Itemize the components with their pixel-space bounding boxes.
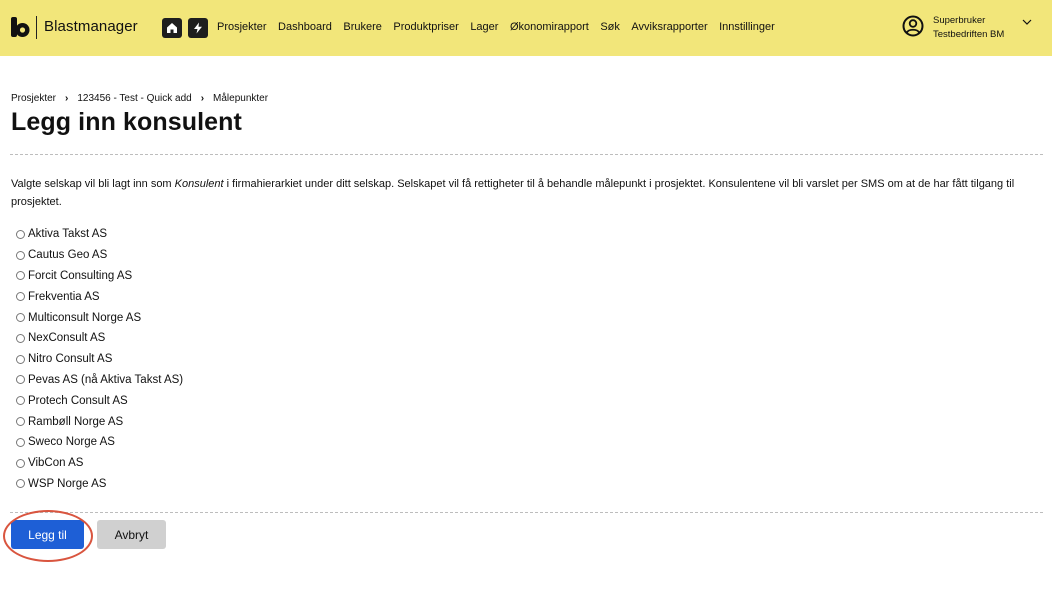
company-option[interactable]: Multiconsult Norge AS xyxy=(16,307,183,328)
nav-dashboard[interactable]: Dashboard xyxy=(278,21,332,33)
radio-button[interactable] xyxy=(16,479,25,489)
form-divider xyxy=(10,512,1043,513)
intro-text: Valgte selskap vil bli lagt inn som Kons… xyxy=(11,175,1047,211)
company-option[interactable]: Cautus Geo AS xyxy=(16,245,183,266)
breadcrumb: Prosjekter › 123456 - Test - Quick add ›… xyxy=(11,93,268,104)
company-radio-list: Aktiva Takst AS Cautus Geo AS Forcit Con… xyxy=(16,224,183,494)
intro-text-start: Valgte selskap vil bli lagt inn som xyxy=(11,178,175,190)
top-navigation-bar: Blastmanager Prosjekter Dashboard Bruker… xyxy=(0,0,1052,56)
company-option-label: Cautus Geo AS xyxy=(28,249,108,262)
cancel-button[interactable]: Avbryt xyxy=(97,520,166,549)
company-option[interactable]: WSP Norge AS xyxy=(16,474,183,495)
highlight-annotation xyxy=(3,510,93,562)
company-option-label: Nitro Consult AS xyxy=(28,353,113,366)
company-option-label: Protech Consult AS xyxy=(28,394,128,407)
company-option[interactable]: Aktiva Takst AS xyxy=(16,224,183,245)
chevron-down-icon[interactable] xyxy=(1021,17,1033,27)
radio-button[interactable] xyxy=(16,396,25,406)
nav-okonomirapport[interactable]: Økonomirapport xyxy=(510,21,589,33)
company-option-label: Frekventia AS xyxy=(28,290,100,303)
company-option-label: VibCon AS xyxy=(28,457,84,470)
radio-button[interactable] xyxy=(16,354,25,364)
breadcrumb-malepunkter[interactable]: Målepunkter xyxy=(213,93,268,104)
radio-button[interactable] xyxy=(16,458,25,468)
company-option-label: WSP Norge AS xyxy=(28,477,107,490)
breadcrumb-separator-icon: › xyxy=(200,93,205,104)
section-divider xyxy=(10,154,1043,155)
company-option-label: Multiconsult Norge AS xyxy=(28,311,142,324)
company-option-label: Sweco Norge AS xyxy=(28,436,115,449)
user-menu[interactable]: Superbruker Testbedriften BM xyxy=(933,14,1004,42)
nav-innstillinger[interactable]: Innstillinger xyxy=(719,21,775,33)
company-option[interactable]: Protech Consult AS xyxy=(16,390,183,411)
breadcrumb-prosjekter[interactable]: Prosjekter xyxy=(11,93,56,104)
user-circle-icon[interactable] xyxy=(902,15,924,37)
company-option-label: Forcit Consulting AS xyxy=(28,269,133,282)
radio-button[interactable] xyxy=(16,250,25,260)
logo-divider xyxy=(36,16,37,39)
breadcrumb-separator-icon: › xyxy=(65,93,69,104)
nav-brukere[interactable]: Brukere xyxy=(343,21,382,33)
quick-action-button[interactable] xyxy=(188,18,208,38)
company-option-label: NexConsult AS xyxy=(28,332,106,345)
radio-button[interactable] xyxy=(16,417,25,427)
radio-button[interactable] xyxy=(16,292,25,302)
company-option[interactable]: Rambøll Norge AS xyxy=(16,411,183,432)
user-company: Testbedriften BM xyxy=(933,29,1005,40)
company-option[interactable]: Frekventia AS xyxy=(16,286,183,307)
breadcrumb-project[interactable]: 123456 - Test - Quick add xyxy=(77,93,191,104)
radio-button[interactable] xyxy=(16,437,25,447)
company-option[interactable]: NexConsult AS xyxy=(16,328,183,349)
radio-button[interactable] xyxy=(16,229,25,239)
page-title: Legg inn konsulent xyxy=(11,108,242,136)
intro-text-emphasis: Konsulent xyxy=(174,178,224,190)
company-option-label: Aktiva Takst AS xyxy=(28,228,108,241)
brand-name[interactable]: Blastmanager xyxy=(44,18,138,35)
radio-button[interactable] xyxy=(16,375,25,385)
nav-lager[interactable]: Lager xyxy=(470,21,498,33)
lightning-icon xyxy=(194,22,202,34)
nav-avviksrapporter[interactable]: Avviksrapporter xyxy=(631,21,707,33)
radio-button[interactable] xyxy=(16,313,25,323)
company-option[interactable]: Forcit Consulting AS xyxy=(16,266,183,287)
company-option[interactable]: VibCon AS xyxy=(16,453,183,474)
nav-produktpriser[interactable]: Produktpriser xyxy=(393,21,458,33)
company-option[interactable]: Pevas AS (nå Aktiva Takst AS) xyxy=(16,370,183,391)
home-icon xyxy=(167,23,177,33)
radio-button[interactable] xyxy=(16,333,25,343)
user-name: Superbruker xyxy=(933,15,986,26)
radio-button[interactable] xyxy=(16,271,25,281)
company-option[interactable]: Nitro Consult AS xyxy=(16,349,183,370)
company-option-label: Pevas AS (nå Aktiva Takst AS) xyxy=(28,373,184,386)
home-button[interactable] xyxy=(162,18,182,38)
nav-prosjekter[interactable]: Prosjekter xyxy=(217,21,267,33)
blastmanager-logo-icon[interactable] xyxy=(11,17,31,39)
nav-sok[interactable]: Søk xyxy=(600,21,620,33)
company-option[interactable]: Sweco Norge AS xyxy=(16,432,183,453)
company-option-label: Rambøll Norge AS xyxy=(28,415,124,428)
main-nav: Prosjekter Dashboard Brukere Produktpris… xyxy=(217,21,786,33)
